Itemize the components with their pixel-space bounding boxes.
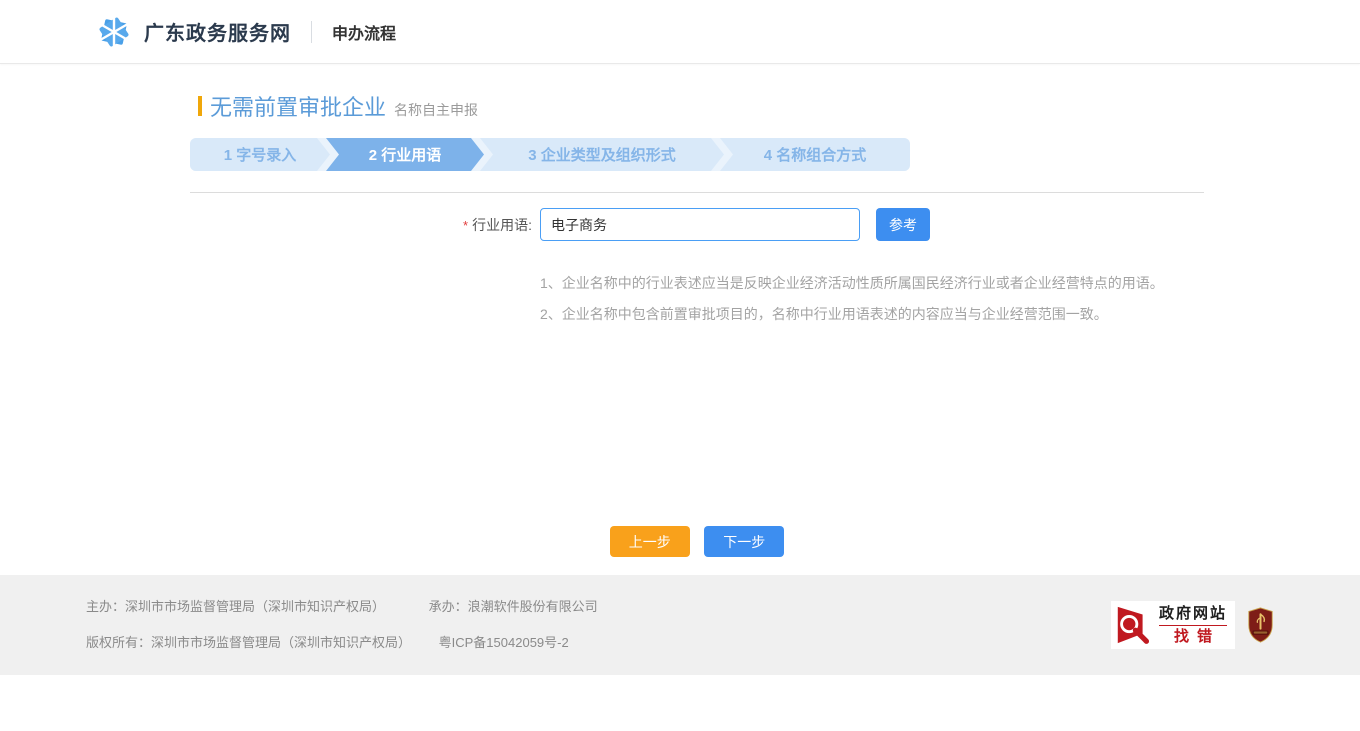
page-title: 无需前置审批企业 (210, 90, 386, 122)
required-asterisk: * (463, 218, 468, 233)
step-tab-3-qiyeleixing[interactable]: 3 企业类型及组织形式 (480, 138, 724, 171)
hint-list: 1、企业名称中的行业表述应当是反映企业经济活动性质所属国民经济行业或者企业经营特… (540, 275, 1204, 322)
industry-term-label-text: 行业用语: (472, 217, 532, 233)
header-divider (311, 21, 312, 43)
hint-line-2: 2、企业名称中包含前置审批项目的，名称中行业用语表述的内容应当与企业经营范围一致… (540, 306, 1204, 322)
nav-item-process[interactable]: 申办流程 (332, 20, 396, 44)
industry-term-label: * 行业用语: (190, 215, 540, 235)
step-wizard: 1 字号录入 2 行业用语 3 企业类型及组织形式 4 名称组合方式 (190, 138, 910, 171)
gov-site-error-report-badge[interactable]: 政府网站 找错 (1111, 601, 1235, 649)
main-content: 无需前置审批企业 名称自主申报 1 字号录入 2 行业用语 3 企业类型及组织形… (190, 64, 1204, 575)
magnifier-flag-icon (1113, 604, 1155, 646)
gdzwfw-logo-pinwheel-icon (96, 14, 132, 50)
error-badge-text: 政府网站 找错 (1159, 605, 1227, 646)
section-divider (190, 192, 1204, 193)
industry-term-input[interactable] (540, 208, 860, 241)
prev-step-button[interactable]: 上一步 (610, 526, 690, 557)
error-badge-top-text: 政府网站 (1159, 605, 1227, 623)
step-tab-1-zihao[interactable]: 1 字号录入 (190, 138, 330, 171)
hint-line-1: 1、企业名称中的行业表述应当是反映企业经济活动性质所属国民经济行业或者企业经营特… (540, 275, 1204, 291)
wizard-actions: 上一步 下一步 (190, 526, 1204, 575)
footer: 主办：深圳市市场监督管理局（深圳市知识产权局） 承办：浪潮软件股份有限公司 版权… (0, 575, 1360, 675)
error-badge-divider (1159, 625, 1227, 626)
rights-protection-shield-badge[interactable] (1247, 607, 1274, 643)
site-brand-title: 广东政务服务网 (144, 17, 291, 46)
page-title-row: 无需前置审批企业 名称自主申报 (190, 90, 1204, 122)
header: 广东政务服务网 申办流程 (0, 0, 1360, 64)
footer-host: 主办：深圳市市场监督管理局（深圳市知识产权局） (86, 599, 385, 614)
error-badge-bottom-text: 找错 (1159, 628, 1227, 646)
industry-term-form-row: * 行业用语: 参考 (190, 208, 1204, 241)
step-tab-2-hangye-active[interactable]: 2 行业用语 (326, 138, 484, 171)
title-accent-bar (198, 96, 202, 116)
next-step-button[interactable]: 下一步 (704, 526, 784, 557)
red-shield-emblem-icon (1247, 607, 1274, 643)
reference-button[interactable]: 参考 (876, 208, 930, 241)
footer-copyright: 版权所有：深圳市市场监督管理局（深圳市知识产权局） (86, 635, 411, 650)
footer-undertaker: 承办：浪潮软件股份有限公司 (429, 599, 598, 614)
page-subtitle: 名称自主申报 (394, 100, 478, 120)
footer-icp-number: 粤ICP备15042059号-2 (439, 635, 569, 650)
footer-text-block: 主办：深圳市市场监督管理局（深圳市知识产权局） 承办：浪潮软件股份有限公司 版权… (86, 600, 598, 650)
footer-badges: 政府网站 找错 (1111, 601, 1274, 649)
step-tab-4-mingchengzuhe[interactable]: 4 名称组合方式 (720, 138, 910, 171)
